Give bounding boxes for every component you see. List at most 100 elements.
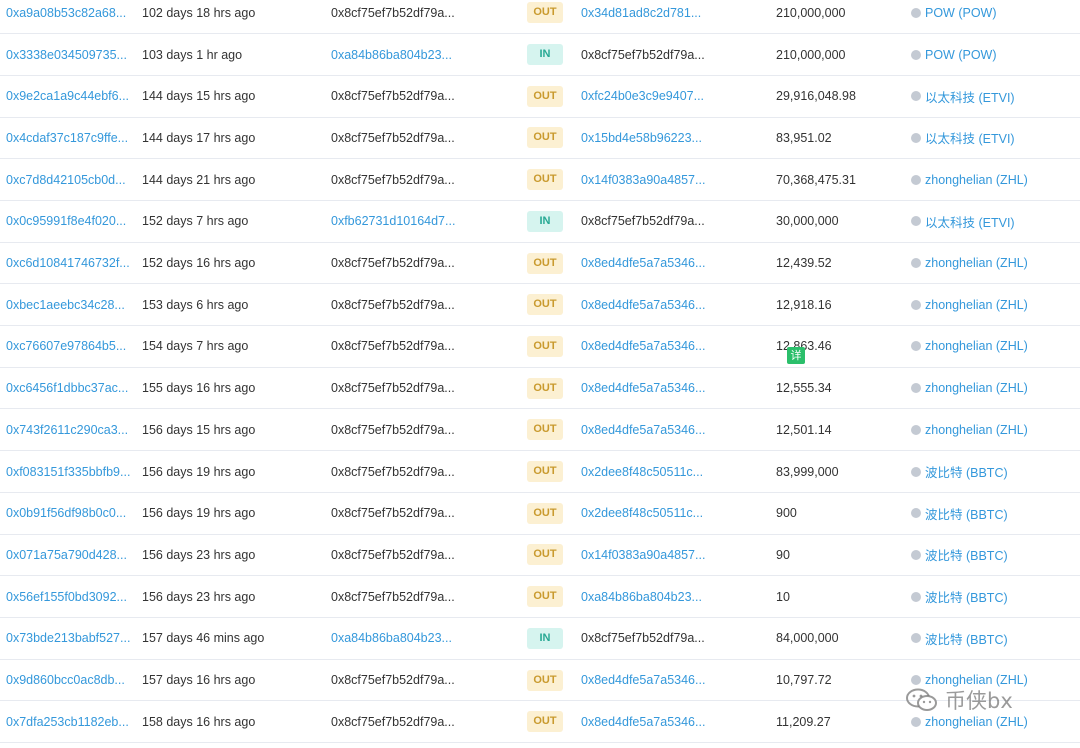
token-logo-icon	[911, 383, 921, 394]
tx-hash-link[interactable]: 0x4cdaf37c187c9ffe...	[6, 131, 128, 145]
tx-age: 144 days 17 hrs ago	[142, 130, 256, 145]
direction-badge: OUT	[527, 669, 563, 691]
token-logo-icon	[911, 341, 921, 352]
tx-age: 152 days 7 hrs ago	[142, 214, 249, 229]
to-address-link[interactable]: 0x2dee8f48c50511c...	[581, 465, 703, 479]
tx-age: 157 days 46 mins ago	[142, 631, 265, 646]
table-row: 0xc6d10841746732f... 152 days 16 hrs ago 0…	[0, 243, 1080, 285]
token-logo-icon	[911, 549, 921, 560]
table-row: 0x4cdaf37c187c9ffe... 144 days 17 hrs ago…	[0, 118, 1080, 160]
token-logo-icon	[911, 7, 921, 18]
direction-badge: OUT	[527, 85, 563, 107]
direction-badge: OUT	[527, 711, 563, 733]
tx-hash-link[interactable]: 0x9e2ca1a9c44ebf6...	[6, 89, 129, 103]
from-address: 0x8cf75ef7b52df79a...	[331, 5, 455, 20]
to-address-link[interactable]: 0x8ed4dfe5a7a5346...	[581, 298, 705, 312]
table-row: 0x0c95991f8e4f020... 152 days 7 hrs ago 0x…	[0, 201, 1080, 243]
table-row: 0x56ef155f0bd3092... 156 days 23 hrs ago 0…	[0, 576, 1080, 618]
token-link[interactable]: 波比特 (BBTC)	[925, 629, 1008, 648]
transfer-value: 11,209.27	[776, 714, 831, 729]
to-address-link[interactable]: 0x14f0383a90a4857...	[581, 173, 705, 187]
direction-badge: OUT	[527, 502, 563, 524]
token-link[interactable]: 波比特 (BBTC)	[925, 587, 1008, 606]
direction-badge: IN	[527, 627, 563, 649]
token-link[interactable]: 波比特 (BBTC)	[925, 462, 1008, 481]
from-address: 0x8cf75ef7b52df79a...	[331, 547, 455, 562]
token-link[interactable]: 波比特 (BBTC)	[925, 545, 1008, 564]
transfer-value: 12,501.14	[776, 422, 832, 437]
transfer-value: 12,439.52	[776, 256, 832, 271]
to-address-link[interactable]: 0xfc24b0e3c9e9407...	[581, 89, 704, 103]
to-address-link[interactable]: 0x8ed4dfe5a7a5346...	[581, 256, 705, 270]
token-link[interactable]: 以太科技 (ETVI)	[925, 128, 1015, 147]
transfer-value: 84,000,000	[776, 631, 839, 646]
direction-badge: OUT	[527, 544, 563, 566]
token-link[interactable]: 以太科技 (ETVI)	[925, 212, 1015, 231]
token-link[interactable]: zhonghelian (ZHL)	[925, 256, 1028, 270]
tx-hash-link[interactable]: 0x743f2611c290ca3...	[6, 423, 128, 437]
from-address: 0x8cf75ef7b52df79a...	[331, 172, 455, 187]
token-logo-icon	[911, 466, 921, 477]
tx-hash-link[interactable]: 0x9d860bcc0ac8db...	[6, 673, 125, 687]
tx-hash-link[interactable]: 0x56ef155f0bd3092...	[6, 590, 127, 604]
direction-badge: OUT	[527, 377, 563, 399]
tx-age: 153 days 6 hrs ago	[142, 297, 249, 312]
to-address-link[interactable]: 0x15bd4e58b96223...	[581, 131, 702, 145]
tx-hash-link[interactable]: 0xbec1aeebc34c28...	[6, 298, 125, 312]
token-link[interactable]: zhonghelian (ZHL)	[925, 298, 1028, 312]
transfer-value: 70,368,475.31	[776, 172, 856, 187]
to-address-link[interactable]: 0x8ed4dfe5a7a5346...	[581, 339, 705, 353]
watermark: 币侠bx	[905, 683, 1013, 717]
from-address-link[interactable]: 0xa84b86ba804b23...	[331, 48, 452, 62]
table-row: 0xbec1aeebc34c28... 153 days 6 hrs ago 0x8…	[0, 284, 1080, 327]
token-link[interactable]: POW (POW)	[925, 48, 997, 62]
tx-age: 144 days 21 hrs ago	[142, 172, 256, 187]
token-link[interactable]: 以太科技 (ETVI)	[925, 87, 1015, 106]
to-address-link[interactable]: 0x2dee8f48c50511c...	[581, 506, 703, 520]
token-link[interactable]: POW (POW)	[925, 6, 997, 20]
token-link[interactable]: 波比特 (BBTC)	[925, 504, 1008, 523]
token-link[interactable]: zhonghelian (ZHL)	[925, 173, 1028, 187]
to-address-link[interactable]: 0x8ed4dfe5a7a5346...	[581, 715, 705, 729]
tx-hash-link[interactable]: 0xc76607e97864b5...	[6, 339, 126, 353]
tx-hash-link[interactable]: 0x0c95991f8e4f020...	[6, 214, 126, 228]
token-transfers-table: 0xa9a08b53c82a68... 102 days 18 hrs ago 0x…	[0, 0, 1080, 748]
tx-hash-link[interactable]: 0x071a75a790d428...	[6, 548, 127, 562]
tx-age: 154 days 7 hrs ago	[142, 339, 249, 354]
tx-hash-link[interactable]: 0x3338e034509735...	[6, 48, 127, 62]
transfer-value: 30,000,000	[776, 214, 839, 229]
direction-badge: IN	[527, 44, 563, 66]
tx-hash-link[interactable]: 0x7dfa253cb1182eb...	[6, 715, 129, 729]
tx-hash-link[interactable]: 0xc6456f1dbbc37ac...	[6, 381, 128, 395]
token-link[interactable]: zhonghelian (ZHL)	[925, 423, 1028, 437]
direction-badge: OUT	[527, 335, 563, 357]
tx-age: 155 days 16 hrs ago	[142, 381, 256, 396]
from-address-link[interactable]: 0xfb62731d10164d7...	[331, 214, 455, 228]
token-logo-icon	[911, 591, 921, 602]
to-address-link[interactable]: 0x8ed4dfe5a7a5346...	[581, 673, 705, 687]
tx-hash-link[interactable]: 0xc6d10841746732f...	[6, 256, 130, 270]
token-logo-icon	[911, 132, 921, 143]
from-address-link[interactable]: 0xa84b86ba804b23...	[331, 631, 452, 645]
tx-hash-link[interactable]: 0xf083151f335bbfb9...	[6, 465, 130, 479]
table-row: 0xc6456f1dbbc37ac... 155 days 16 hrs ago 0…	[0, 368, 1080, 410]
to-address-link[interactable]: 0x8ed4dfe5a7a5346...	[581, 423, 705, 437]
to-address-link[interactable]: 0xa84b86ba804b23...	[581, 590, 702, 604]
direction-badge: OUT	[527, 461, 563, 483]
direction-badge: OUT	[527, 252, 563, 274]
to-address: 0x8cf75ef7b52df79a...	[581, 47, 705, 62]
to-address-link[interactable]: 0x34d81ad8c2d781...	[581, 6, 701, 20]
token-link[interactable]: zhonghelian (ZHL)	[925, 339, 1028, 353]
to-address-link[interactable]: 0x8ed4dfe5a7a5346...	[581, 381, 705, 395]
token-link[interactable]: zhonghelian (ZHL)	[925, 381, 1028, 395]
transfer-value: 83,951.02	[776, 130, 832, 145]
tx-hash-link[interactable]: 0x73bde213babf527...	[6, 631, 130, 645]
tx-hash-link[interactable]: 0x0b91f56df98b0c0...	[6, 506, 126, 520]
from-address: 0x8cf75ef7b52df79a...	[331, 714, 455, 729]
tx-hash-link[interactable]: 0xa9a08b53c82a68...	[6, 6, 126, 20]
table-row: 0x0b91f56df98b0c0... 156 days 19 hrs ago 0…	[0, 493, 1080, 535]
tx-hash-link[interactable]: 0xc7d8d42105cb0d...	[6, 173, 126, 187]
from-address: 0x8cf75ef7b52df79a...	[331, 89, 455, 104]
direction-badge: OUT	[527, 127, 563, 149]
to-address-link[interactable]: 0x14f0383a90a4857...	[581, 548, 705, 562]
